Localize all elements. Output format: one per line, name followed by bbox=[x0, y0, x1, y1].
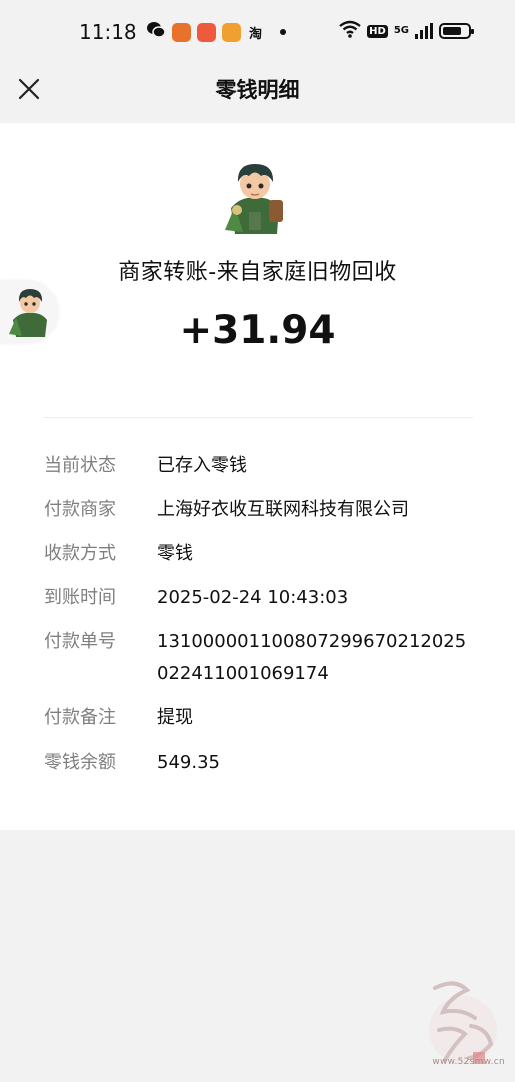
detail-value: 提现 bbox=[157, 707, 193, 728]
hd-icon: HD bbox=[367, 24, 388, 38]
wechat-icon bbox=[146, 21, 166, 43]
detail-label: 收款方式 bbox=[44, 543, 116, 564]
floating-window-button[interactable] bbox=[0, 280, 58, 342]
battery-icon bbox=[439, 23, 474, 39]
detail-value: 已存入零钱 bbox=[157, 455, 247, 476]
detail-value: 上海好衣收互联网科技有限公司 bbox=[157, 499, 409, 520]
title-bar: 零钱明细 bbox=[0, 62, 515, 122]
food-app-icon bbox=[172, 22, 191, 42]
merchant-avatar bbox=[221, 156, 289, 236]
status-time: 11:18 bbox=[79, 20, 137, 44]
detail-label: 付款单号 bbox=[44, 631, 116, 652]
detail-value: 549.35 bbox=[157, 752, 220, 773]
shopping-app-icon bbox=[197, 22, 216, 42]
status-bar: 11:18 淘 HD 5G bbox=[0, 0, 515, 62]
wifi-icon bbox=[339, 20, 361, 42]
divider bbox=[44, 417, 473, 418]
more-notifications-dot-icon bbox=[280, 29, 287, 35]
signal-icon bbox=[415, 23, 433, 39]
transaction-amount: +31.94 bbox=[179, 308, 336, 353]
detail-label: 付款商家 bbox=[44, 499, 116, 520]
system-icons: HD 5G bbox=[339, 20, 474, 42]
detail-value: 2025-02-24 10:43:03 bbox=[157, 587, 349, 608]
taobao-icon: 淘 bbox=[249, 26, 263, 42]
detail-value: 零钱 bbox=[157, 543, 193, 564]
notification-icons: 淘 bbox=[146, 21, 287, 43]
detail-value[interactable]: 1310000011008072996702120250224110010691… bbox=[157, 626, 467, 690]
detail-label: 零钱余额 bbox=[44, 752, 116, 773]
merchant-title: 商家转账-来自家庭旧物回收 bbox=[118, 260, 397, 285]
avatar-icon bbox=[9, 289, 47, 337]
coin-app-icon bbox=[222, 22, 241, 42]
detail-label: 付款备注 bbox=[44, 707, 116, 728]
network-type-icon: 5G bbox=[393, 25, 409, 36]
detail-label: 到账时间 bbox=[44, 587, 116, 608]
transaction-detail-card: 商家转账-来自家庭旧物回收 +31.94 当前状态 已存入零钱 付款商家 上海好… bbox=[0, 123, 515, 830]
detail-label: 当前状态 bbox=[44, 455, 116, 476]
watermark-url: www.52smw.cn bbox=[432, 1057, 505, 1067]
page-title: 零钱明细 bbox=[215, 78, 300, 102]
